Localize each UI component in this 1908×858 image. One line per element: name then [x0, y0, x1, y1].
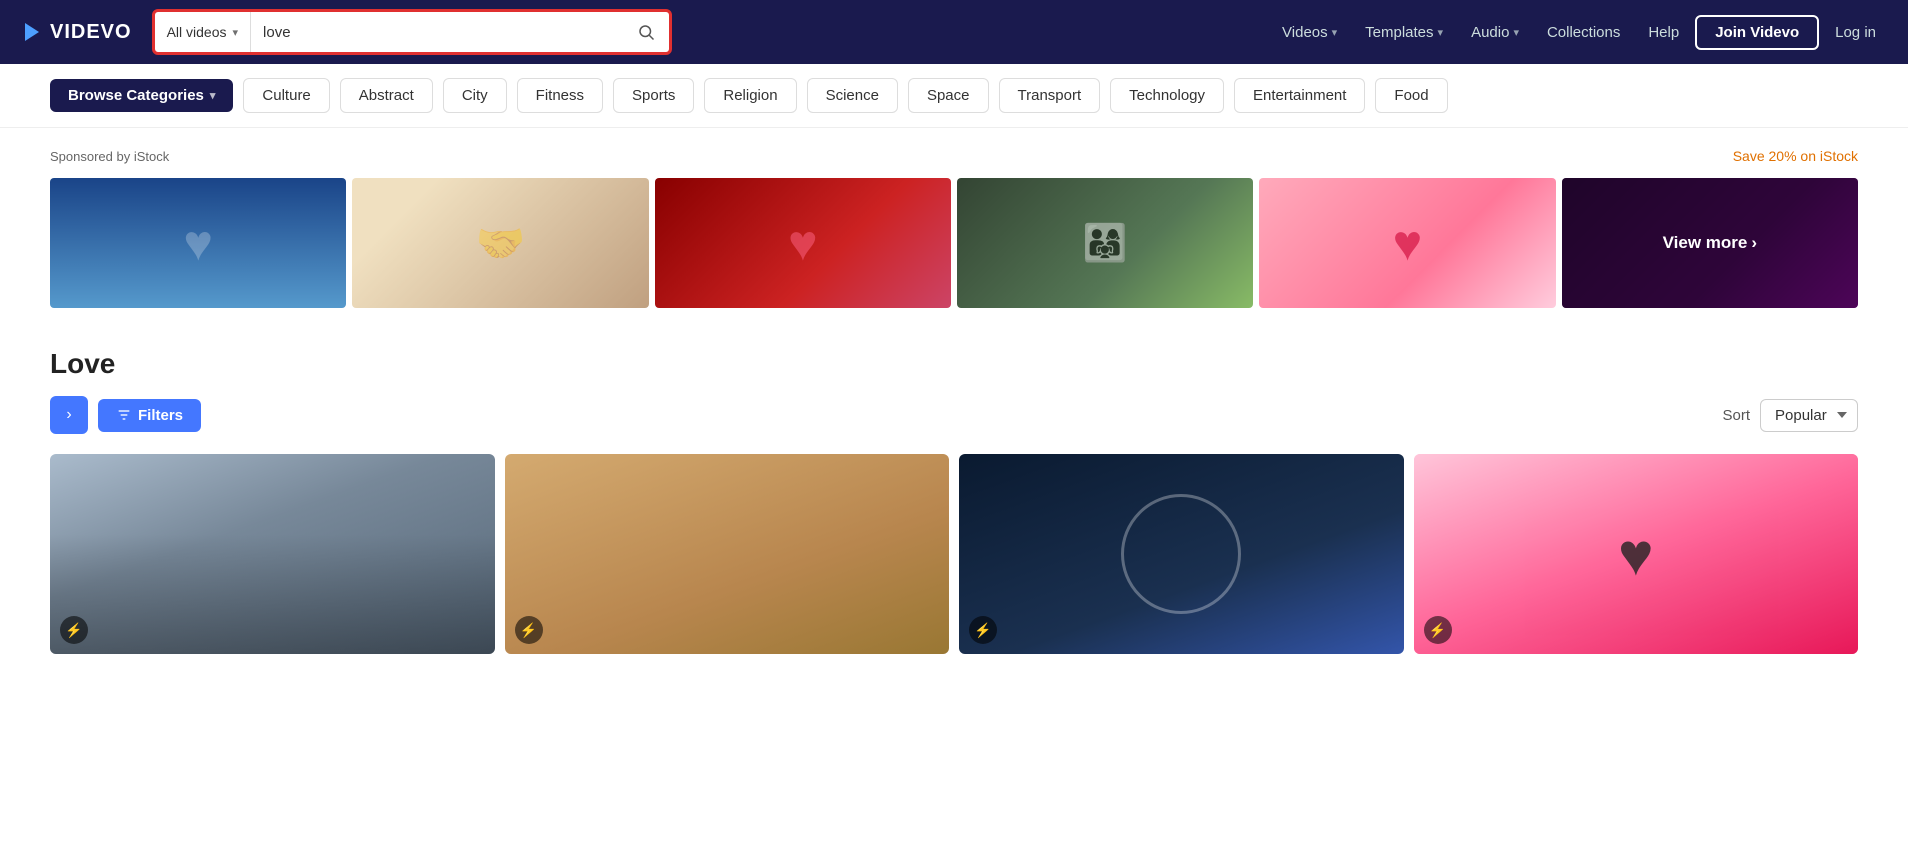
results-title: Love [50, 348, 1858, 380]
sponsored-item-viewmore[interactable]: View more › [1562, 178, 1858, 308]
logo-icon [20, 20, 44, 44]
category-religion[interactable]: Religion [704, 78, 796, 113]
logo[interactable]: VIDEVO [20, 20, 132, 44]
brand-name: VIDEVO [50, 21, 132, 44]
nav-videos[interactable]: Videos ▾ [1270, 16, 1349, 49]
category-food[interactable]: Food [1375, 78, 1447, 113]
category-abstract[interactable]: Abstract [340, 78, 433, 113]
browse-categories-button[interactable]: Browse Categories ▾ [50, 79, 233, 112]
login-link[interactable]: Log in [1823, 16, 1888, 49]
categories-bar: Browse Categories ▾ Culture Abstract Cit… [0, 64, 1908, 128]
search-bar: All videos ▾ [152, 9, 672, 55]
search-icon [637, 23, 655, 41]
navbar: VIDEVO All videos ▾ Videos ▾ Templates ▾… [0, 0, 1908, 64]
sponsored-section: Sponsored by iStock Save 20% on iStock 🤝… [0, 128, 1908, 328]
nav-links: Videos ▾ Templates ▾ Audio ▾ Collections… [1270, 15, 1888, 50]
filters-button[interactable]: Filters [98, 399, 201, 432]
category-science[interactable]: Science [807, 78, 898, 113]
video-grid: ⚡ ⚡ ⚡ ♥ ⚡ [50, 454, 1858, 654]
lightning-badge-1: ⚡ [60, 616, 88, 644]
sort-select[interactable]: Popular Newest Oldest [1760, 399, 1858, 432]
sponsored-item-4[interactable]: 👨‍👩‍👧 [957, 178, 1253, 308]
category-sports[interactable]: Sports [613, 78, 694, 113]
sponsored-label: Sponsored by iStock [50, 149, 169, 164]
nav-help[interactable]: Help [1636, 16, 1691, 49]
search-input[interactable] [251, 16, 623, 49]
category-culture[interactable]: Culture [243, 78, 329, 113]
nav-audio[interactable]: Audio ▾ [1459, 16, 1531, 49]
video-thumb-1[interactable]: ⚡ [50, 454, 495, 654]
chevron-right-icon: › [1751, 233, 1757, 253]
category-fitness[interactable]: Fitness [517, 78, 603, 113]
search-dropdown[interactable]: All videos ▾ [155, 12, 251, 52]
search-dropdown-label: All videos [167, 24, 227, 40]
chevron-icon: ▾ [1513, 26, 1519, 39]
sort-label: Sort [1722, 407, 1750, 424]
save-link[interactable]: Save 20% on iStock [1733, 148, 1858, 164]
sponsored-header: Sponsored by iStock Save 20% on iStock [50, 148, 1858, 164]
video-thumb-4[interactable]: ♥ ⚡ [1414, 454, 1859, 654]
search-button[interactable] [623, 23, 669, 41]
sponsored-item-3[interactable]: ♥ [655, 178, 951, 308]
filter-icon [116, 407, 132, 423]
view-more-overlay[interactable]: View more › [1562, 178, 1858, 308]
nav-collections[interactable]: Collections [1535, 16, 1632, 49]
expand-icon: › [66, 406, 71, 424]
expand-button[interactable]: › [50, 396, 88, 434]
lightning-badge-4: ⚡ [1424, 616, 1452, 644]
chevron-icon: ▾ [1438, 26, 1444, 39]
video-thumb-2[interactable]: ⚡ [505, 454, 950, 654]
filters-row: › Filters Sort Popular Newest Oldest [50, 396, 1858, 434]
category-transport[interactable]: Transport [999, 78, 1101, 113]
chevron-down-icon: ▾ [233, 26, 239, 39]
category-space[interactable]: Space [908, 78, 989, 113]
filters-button-label: Filters [138, 407, 183, 424]
results-section: Love › Filters Sort Popular Newest Oldes… [0, 328, 1908, 674]
view-more-label: View more [1663, 233, 1748, 253]
sponsored-item-1[interactable] [50, 178, 346, 308]
lightning-badge-2: ⚡ [515, 616, 543, 644]
sponsored-item-2[interactable]: 🤝 [352, 178, 648, 308]
chevron-icon: ▾ [1332, 26, 1338, 39]
sponsored-item-5[interactable]: ♥ [1259, 178, 1555, 308]
category-entertainment[interactable]: Entertainment [1234, 78, 1365, 113]
category-technology[interactable]: Technology [1110, 78, 1224, 113]
sponsored-grid: 🤝 ♥ 👨‍👩‍👧 ♥ View more › [50, 178, 1858, 308]
sort-row: Sort Popular Newest Oldest [1722, 399, 1858, 432]
chevron-down-icon: ▾ [210, 89, 216, 102]
video-thumb-3[interactable]: ⚡ [959, 454, 1404, 654]
lightning-badge-3: ⚡ [969, 616, 997, 644]
join-button[interactable]: Join Videvo [1695, 15, 1819, 50]
category-city[interactable]: City [443, 78, 507, 113]
browse-categories-label: Browse Categories [68, 87, 204, 104]
nav-templates[interactable]: Templates ▾ [1353, 16, 1455, 49]
